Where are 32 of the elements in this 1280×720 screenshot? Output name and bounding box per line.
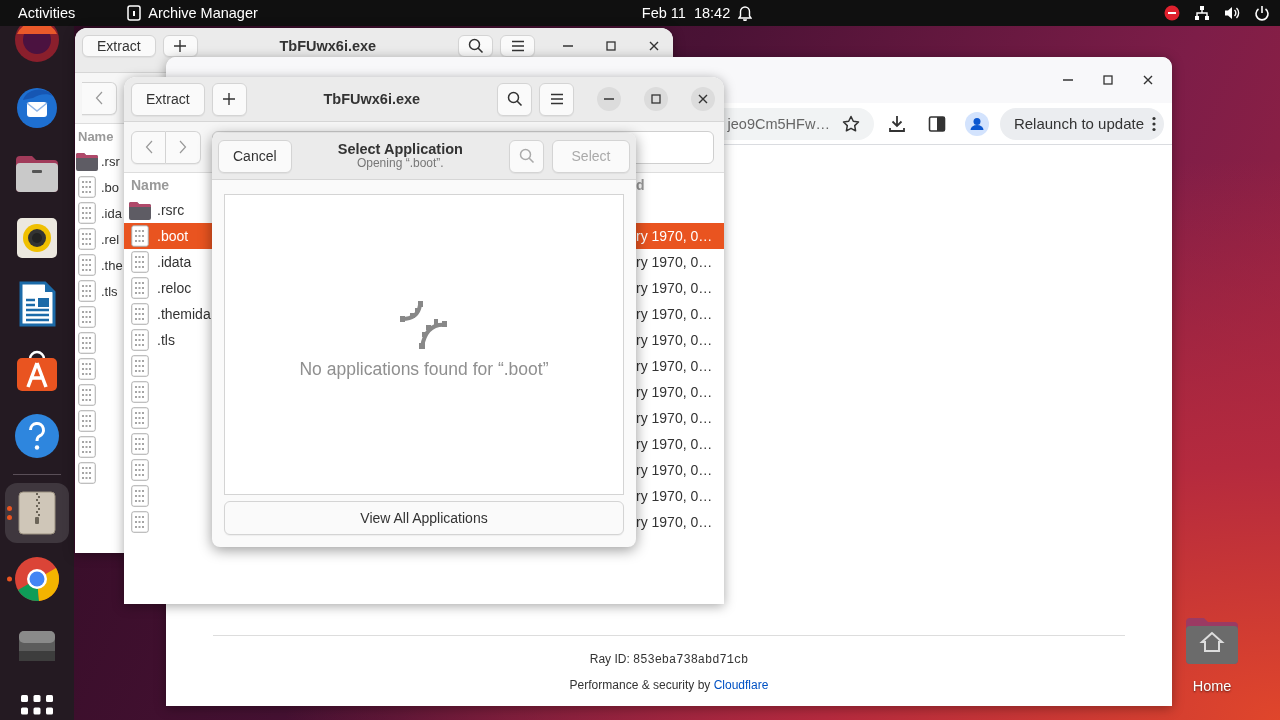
file-name: .rel (101, 231, 120, 247)
file-name: .the (101, 257, 123, 273)
modified-date: ry 1970, 0… (636, 410, 713, 426)
modified-date: ry 1970, 0… (636, 384, 713, 400)
file-name: .themida (157, 306, 211, 322)
file-name: .reloc (157, 280, 192, 296)
file-name: .bo (101, 179, 120, 195)
modified-date: ry 1970, 0… (636, 254, 713, 270)
file-name: .boot (157, 228, 189, 244)
dialog-subtitle: Opening “.boot”. (356, 157, 444, 172)
file-name: .tls (157, 332, 175, 348)
modified-date: ry 1970, 0… (636, 462, 713, 478)
modified-date: ry 1970, 0… (636, 488, 713, 504)
window-title: TbFUwx6i.exe (322, 89, 422, 109)
url-text: jeo9Cm5HFw… (727, 115, 830, 132)
modified-date: ry 1970, 0… (636, 280, 713, 296)
modified-date: ry 1970, 0… (636, 306, 713, 322)
dialog-title: Select Application (337, 140, 463, 158)
window-title: TbFUwx6i.exe (278, 37, 378, 56)
modified-date: ry 1970, 0… (636, 436, 713, 452)
file-name: .idata (157, 254, 192, 270)
modified-date: ry 1970, 0… (636, 358, 713, 374)
file-name: .tls (101, 283, 118, 299)
ray-id-text: Ray ID: 853eba738abd71cb (589, 652, 749, 667)
empty-message: No applications found for “.boot” (299, 359, 549, 380)
file-name: .ida (101, 205, 122, 221)
footer-text: Performance & security by Cloudflare (569, 678, 769, 692)
modified-date: ry 1970, 0… (636, 228, 713, 244)
file-name: .rsr (101, 153, 120, 169)
modified-date: ry 1970, 0… (636, 514, 713, 530)
file-name: .rsrc (157, 202, 185, 218)
modified-date: ry 1970, 0… (636, 332, 713, 348)
